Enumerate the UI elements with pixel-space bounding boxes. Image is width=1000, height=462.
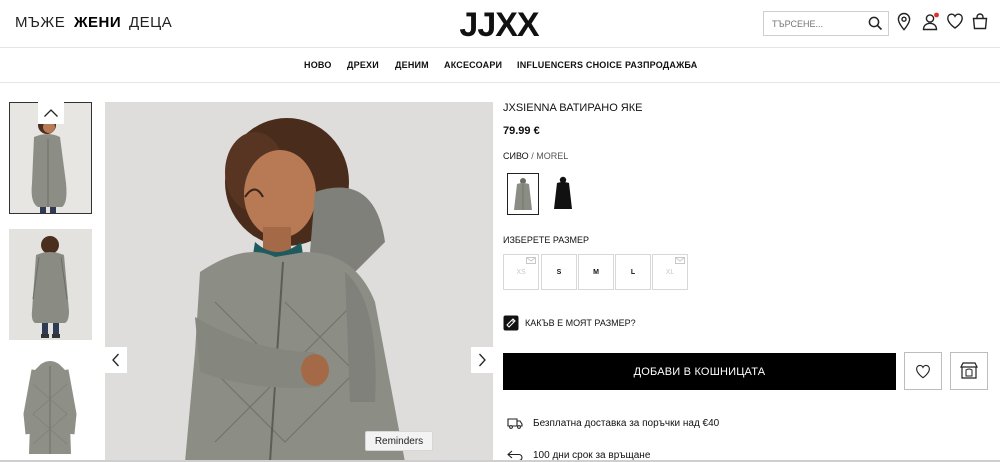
next-image-button[interactable] bbox=[471, 347, 493, 373]
product-main-image bbox=[105, 102, 493, 462]
size-label-xl: XL bbox=[665, 268, 675, 276]
logo-text: JJXX bbox=[459, 6, 539, 42]
add-to-bag-label: ДОБАВИ В КОШНИЦАТА bbox=[633, 365, 766, 378]
tag-icon bbox=[503, 315, 519, 331]
nav-gender-women[interactable]: ЖЕНИ bbox=[74, 14, 121, 31]
search-input[interactable] bbox=[764, 12, 864, 35]
reminders-label: Reminders bbox=[374, 435, 424, 447]
add-to-bag-button[interactable]: ДОБАВИ В КОШНИЦАТА bbox=[503, 353, 896, 390]
bag-icon[interactable] bbox=[971, 12, 991, 34]
returns-text: 100 дни срок за връщане bbox=[533, 449, 651, 461]
heart-icon[interactable] bbox=[946, 12, 966, 34]
product-title: JXSIENNA ВАТИРАНО ЯКЕ bbox=[503, 102, 643, 114]
heart-icon bbox=[916, 364, 930, 378]
size-label: ИЗБЕРЕТЕ РАЗМЕР bbox=[503, 235, 590, 245]
size-label-s: S bbox=[556, 268, 562, 276]
find-in-store-button[interactable] bbox=[950, 352, 988, 390]
notification-dot bbox=[934, 12, 939, 18]
prev-image-button[interactable] bbox=[105, 347, 127, 373]
search-icon[interactable] bbox=[868, 16, 883, 36]
wishlist-button[interactable] bbox=[904, 352, 942, 390]
envelope-icon bbox=[675, 257, 685, 264]
store-icon bbox=[960, 362, 978, 379]
top-header: МЪЖЕ ЖЕНИ ДЕЦА JJXX bbox=[0, 0, 1000, 48]
size-label-m: M bbox=[593, 268, 599, 276]
nav-item-new[interactable]: НОВО bbox=[304, 60, 332, 70]
search-box[interactable] bbox=[763, 11, 889, 36]
size-option-m[interactable]: M bbox=[578, 254, 614, 290]
size-option-s[interactable]: S bbox=[541, 254, 577, 290]
color-label-text: СИВО bbox=[503, 151, 529, 161]
product-price: 79.99 € bbox=[503, 125, 540, 137]
nav-gender-kids[interactable]: ДЕЦА bbox=[129, 14, 172, 31]
user-icon[interactable] bbox=[921, 12, 941, 34]
nav-item-influencers-choice[interactable]: INFLUENCERS CHOICE bbox=[517, 60, 622, 70]
location-icon[interactable] bbox=[896, 12, 916, 34]
reminders-widget[interactable]: Reminders bbox=[365, 431, 433, 451]
chevron-left-icon bbox=[112, 353, 119, 367]
delivery-info: Безплатна доставка за поръчки над €40 bbox=[507, 416, 719, 430]
color-swatch-black[interactable] bbox=[548, 173, 580, 215]
chevron-right-icon bbox=[479, 353, 486, 367]
nav-gender-men[interactable]: МЪЖЕ bbox=[15, 14, 65, 31]
size-option-l[interactable]: L bbox=[615, 254, 651, 290]
truck-icon bbox=[507, 418, 523, 429]
gallery-thumbnail[interactable] bbox=[9, 354, 92, 462]
size-label-xs: XS bbox=[516, 268, 526, 276]
nav-item-sale[interactable]: РАЗПРОДАЖБА bbox=[625, 60, 697, 70]
envelope-icon bbox=[526, 257, 536, 264]
nav-item-accessories[interactable]: АКСЕСОАРИ bbox=[444, 60, 502, 70]
size-option-xl[interactable]: XL bbox=[652, 254, 688, 290]
color-label: СИВО / MOREL bbox=[503, 151, 568, 161]
nav-item-clothing[interactable]: ДРЕХИ bbox=[347, 60, 379, 70]
size-option-xs[interactable]: XS bbox=[503, 254, 539, 290]
category-nav: НОВО ДРЕХИ ДЕНИМ АКСЕСОАРИ INFLUENCERS C… bbox=[0, 48, 1000, 83]
brand-logo[interactable]: JJXX bbox=[446, 6, 552, 42]
size-label-l: L bbox=[630, 268, 636, 276]
color-name: / MOREL bbox=[531, 151, 569, 161]
size-guide-link[interactable]: КАКЪВ Е МОЯТ РАЗМЕР? bbox=[503, 315, 636, 331]
size-guide-text: КАКЪВ Е МОЯТ РАЗМЕР? bbox=[525, 318, 636, 328]
gallery-scroll-up-button[interactable] bbox=[38, 102, 64, 124]
gallery-thumbnail[interactable] bbox=[9, 229, 92, 340]
chevron-up-icon bbox=[44, 109, 58, 117]
color-swatch-grey[interactable] bbox=[507, 173, 539, 215]
nav-item-denim[interactable]: ДЕНИМ bbox=[395, 60, 429, 70]
delivery-text: Безплатна доставка за поръчки над €40 bbox=[533, 417, 720, 429]
